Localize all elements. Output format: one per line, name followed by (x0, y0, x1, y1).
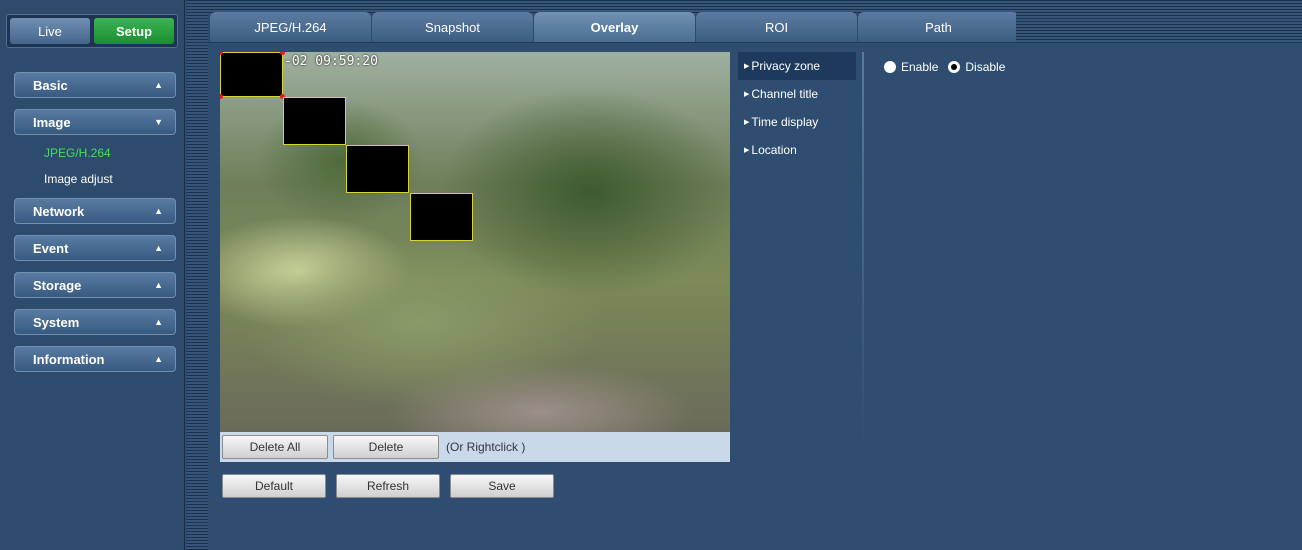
tab-roi[interactable]: ROI (696, 12, 857, 42)
zone-toolbar: Delete All Delete (Or Rightclick ) (220, 432, 730, 462)
app-root: Live Setup Basic ▲ Image ▼ JPEG/H.264 Im… (0, 0, 1302, 550)
menu-storage-label: Storage (33, 277, 82, 293)
tab-path[interactable]: Path (858, 12, 1019, 42)
subnav-label: Time display (751, 115, 819, 129)
menu-image-label: Image (33, 114, 71, 130)
video-preview[interactable]: -02 09:59:20 (220, 52, 730, 432)
delete-button[interactable]: Delete (333, 435, 439, 459)
image-submenu: JPEG/H.264 Image adjust (14, 140, 176, 192)
refresh-button[interactable]: Refresh (336, 474, 440, 498)
menu-system-label: System (33, 314, 80, 330)
menu-basic-label: Basic (33, 77, 68, 93)
enable-radio[interactable]: Enable (884, 60, 938, 74)
privacy-zone-box[interactable] (220, 52, 285, 99)
subnav-privacy-zone[interactable]: ▶ Privacy zone (738, 52, 856, 80)
expand-arrow-icon: ▲ (154, 280, 163, 290)
subnav-location[interactable]: ▶ Location (738, 136, 856, 164)
setup-tab[interactable]: Setup (94, 18, 174, 44)
vertical-separator (862, 52, 864, 452)
enable-label: Enable (901, 60, 939, 74)
tab-snapshot[interactable]: Snapshot (372, 12, 533, 42)
live-tab[interactable]: Live (10, 18, 90, 44)
disable-label: Disable (965, 60, 1006, 74)
tab-jpeg-h264[interactable]: JPEG/H.264 (210, 12, 371, 42)
menu-network[interactable]: Network ▲ (14, 198, 176, 224)
resize-handle[interactable] (220, 94, 223, 99)
overlay-subnav: ▶ Privacy zone ▶ Channel title ▶ Time displ… (738, 52, 856, 164)
sidebar: Live Setup Basic ▲ Image ▼ JPEG/H.264 Im… (0, 0, 185, 550)
triangle-right-icon: ▶ (744, 119, 750, 126)
menu-event[interactable]: Event ▲ (14, 235, 176, 261)
menu-image[interactable]: Image ▼ (14, 109, 176, 135)
tab-overlay[interactable]: Overlay (534, 12, 695, 42)
delete-all-button[interactable]: Delete All (222, 435, 328, 459)
save-button[interactable]: Save (450, 474, 554, 498)
divider-strip (186, 0, 208, 550)
expand-arrow-icon: ▲ (154, 80, 163, 90)
privacy-zone-box[interactable] (283, 97, 346, 145)
action-bar: Default Refresh Save (222, 474, 554, 498)
subnav-label: Privacy zone (751, 59, 821, 73)
expand-arrow-icon: ▲ (154, 317, 163, 327)
mode-switch: Live Setup (6, 14, 178, 48)
disable-radio[interactable]: Disable (948, 60, 1005, 74)
submenu-image-adjust[interactable]: Image adjust (14, 166, 176, 192)
tab-bar-filler (1016, 12, 1302, 42)
tab-bar: JPEG/H.264 Snapshot Overlay ROI Path (210, 12, 1020, 42)
menu-information-label: Information (33, 351, 105, 367)
menu-system[interactable]: System ▲ (14, 309, 176, 335)
subnav-time-display[interactable]: ▶ Time display (738, 108, 856, 136)
menu-event-label: Event (33, 240, 69, 256)
menu-storage[interactable]: Storage ▲ (14, 272, 176, 298)
subnav-channel-title[interactable]: ▶ Channel title (738, 80, 856, 108)
expand-arrow-icon: ▲ (154, 354, 163, 364)
subnav-label: Channel title (751, 87, 819, 101)
collapse-arrow-icon: ▼ (154, 117, 163, 127)
privacy-zone-box[interactable] (346, 145, 409, 193)
expand-arrow-icon: ▲ (154, 206, 163, 216)
triangle-right-icon: ▶ (744, 147, 750, 154)
privacy-zone-box[interactable] (410, 193, 473, 241)
osd-timestamp: -02 09:59:20 (284, 54, 378, 69)
menu-network-label: Network (33, 203, 85, 219)
radio-dot-selected (948, 61, 961, 73)
expand-arrow-icon: ▲ (154, 243, 163, 253)
resize-handle[interactable] (220, 52, 223, 55)
triangle-right-icon: ▶ (744, 91, 750, 98)
menu-basic[interactable]: Basic ▲ (14, 72, 176, 98)
setup-menu: Basic ▲ Image ▼ JPEG/H.264 Image adjust … (14, 72, 176, 383)
submenu-jpeg-h264[interactable]: JPEG/H.264 (14, 140, 176, 166)
menu-information[interactable]: Information ▲ (14, 346, 176, 372)
subnav-label: Location (751, 143, 797, 157)
radio-dot (884, 61, 896, 73)
rightclick-hint: (Or Rightclick ) (446, 440, 526, 454)
default-button[interactable]: Default (222, 474, 326, 498)
privacy-enable-group: Enable Disable (884, 60, 1005, 74)
triangle-right-icon: ▶ (744, 63, 750, 70)
